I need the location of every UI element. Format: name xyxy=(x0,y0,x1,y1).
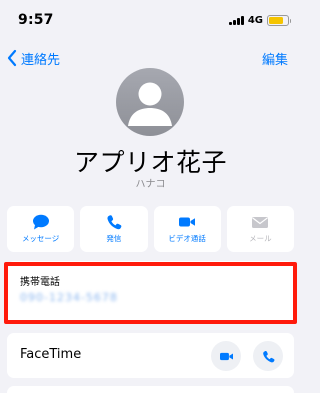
message-button[interactable]: メッセージ xyxy=(7,206,75,252)
video-camera-icon xyxy=(219,352,233,360)
status-time: 9:57 xyxy=(18,12,54,28)
facetime-label: FaceTime xyxy=(20,347,82,362)
signal-strength-icon xyxy=(228,15,244,25)
message-button-label: メッセージ xyxy=(21,234,60,243)
avatar xyxy=(116,68,184,136)
person-silhouette-icon xyxy=(128,82,172,126)
message-bubble-icon xyxy=(32,214,49,230)
call-button-label: 発信 xyxy=(106,234,122,243)
next-section-card xyxy=(7,386,294,393)
phone-icon xyxy=(262,350,274,362)
network-type: 4G xyxy=(247,14,263,26)
quick-actions: メッセージ 発信 ビデオ通話 メール xyxy=(7,206,294,252)
phone-label: 携帯電話 xyxy=(20,277,60,288)
status-indicators: 4G xyxy=(228,14,291,26)
battery-level xyxy=(269,16,284,24)
envelope-icon xyxy=(252,217,269,228)
status-bar: 9:57 4G xyxy=(0,0,301,40)
contact-reading: ハナコ xyxy=(135,179,166,190)
phone-number[interactable]: 090-1234-5678 xyxy=(20,291,118,304)
video-call-button-label: ビデオ通話 xyxy=(168,234,206,243)
facetime-video-button[interactable] xyxy=(211,341,241,371)
video-call-button[interactable]: ビデオ通話 xyxy=(153,206,221,252)
mail-button-label: メール xyxy=(249,234,272,243)
battery-icon xyxy=(267,14,291,26)
edit-button[interactable]: 編集 xyxy=(262,49,288,68)
chevron-left-icon xyxy=(7,49,17,67)
phone-icon xyxy=(107,215,122,230)
call-button[interactable]: 発信 xyxy=(80,206,148,252)
back-button[interactable]: 連絡先 xyxy=(6,48,60,68)
back-button-label: 連絡先 xyxy=(21,52,61,68)
contact-name: アプリオ花子 xyxy=(73,148,227,177)
mail-button[interactable]: メール xyxy=(226,206,294,252)
facetime-audio-button[interactable] xyxy=(253,341,283,371)
video-camera-icon xyxy=(179,217,196,227)
